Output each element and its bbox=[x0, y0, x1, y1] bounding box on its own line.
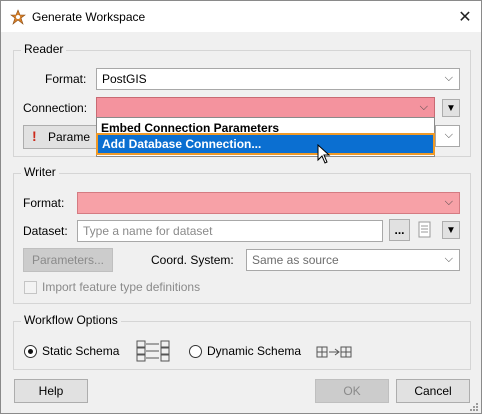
window-title: Generate Workspace bbox=[32, 10, 146, 24]
chevron-down-icon: ⌵ bbox=[444, 253, 453, 265]
cancel-button[interactable]: Cancel bbox=[396, 379, 470, 403]
ok-button[interactable]: OK bbox=[315, 379, 389, 403]
coord-system-label: Coord. System: bbox=[151, 253, 234, 267]
reader-format-select[interactable]: PostGIS ⌵ bbox=[96, 68, 460, 90]
writer-dataset-label: Dataset: bbox=[23, 224, 68, 238]
chevron-down-icon: ⌵ bbox=[444, 196, 453, 208]
import-feature-types-label: Import feature type definitions bbox=[42, 280, 201, 294]
dropdown-item-add-connection-label: Add Database Connection... bbox=[102, 137, 262, 151]
writer-format-select[interactable]: ⌵ bbox=[77, 192, 460, 214]
reader-parameters-label: Parame bbox=[48, 130, 91, 144]
reader-legend: Reader bbox=[21, 42, 67, 56]
writer-parameters-button[interactable]: Parameters... bbox=[23, 248, 113, 272]
dynamic-schema-icon bbox=[316, 345, 352, 362]
reader-format-value: PostGIS bbox=[102, 72, 147, 86]
writer-dataset-input[interactable]: Type a name for dataset bbox=[77, 220, 383, 242]
dynamic-schema-label: Dynamic Schema bbox=[207, 344, 302, 358]
reader-parameters-button[interactable]: ! Parame bbox=[23, 125, 103, 149]
connection-menu-button[interactable]: ▼ bbox=[442, 99, 460, 117]
writer-format-label: Format: bbox=[23, 196, 65, 210]
help-button[interactable]: Help bbox=[14, 379, 88, 403]
dataset-placeholder: Type a name for dataset bbox=[83, 224, 213, 238]
static-schema-radio[interactable] bbox=[24, 345, 37, 358]
reader-format-label: Format: bbox=[45, 72, 87, 86]
writer-legend: Writer bbox=[21, 165, 59, 179]
chevron-down-icon: ⌵ bbox=[419, 101, 428, 113]
writer-dataset-menu-button[interactable]: ▼ bbox=[442, 221, 460, 239]
fme-app-icon bbox=[10, 9, 26, 25]
reader-coord-select-partial[interactable]: ⌵ bbox=[435, 125, 460, 147]
dropdown-item-add-connection[interactable]: Add Database Connection... bbox=[96, 133, 435, 155]
generate-workspace-dialog: Generate Workspace ✕ Reader Format: Post… bbox=[0, 0, 482, 414]
warning-icon: ! bbox=[32, 128, 37, 144]
dataset-list-icon[interactable] bbox=[417, 221, 433, 239]
reader-connection-label: Connection: bbox=[23, 101, 88, 115]
resize-grip-icon[interactable] bbox=[469, 401, 479, 411]
chevron-down-icon: ⌵ bbox=[444, 72, 453, 84]
coord-system-select[interactable]: Same as source ⌵ bbox=[246, 249, 460, 271]
coord-system-value: Same as source bbox=[252, 253, 339, 267]
dataset-browse-button[interactable]: ... bbox=[389, 219, 410, 241]
chevron-down-icon: ⌵ bbox=[444, 129, 453, 141]
dynamic-schema-radio[interactable] bbox=[189, 345, 202, 358]
mouse-cursor-icon bbox=[317, 143, 331, 167]
title-bar: Generate Workspace ✕ bbox=[1, 1, 481, 32]
close-icon[interactable]: ✕ bbox=[449, 1, 481, 32]
workflow-legend: Workflow Options bbox=[21, 313, 121, 327]
import-feature-types-checkbox[interactable] bbox=[24, 281, 37, 294]
static-schema-icon bbox=[136, 340, 170, 365]
static-schema-label: Static Schema bbox=[42, 344, 120, 358]
reader-connection-select[interactable]: ⌵ bbox=[96, 97, 435, 119]
